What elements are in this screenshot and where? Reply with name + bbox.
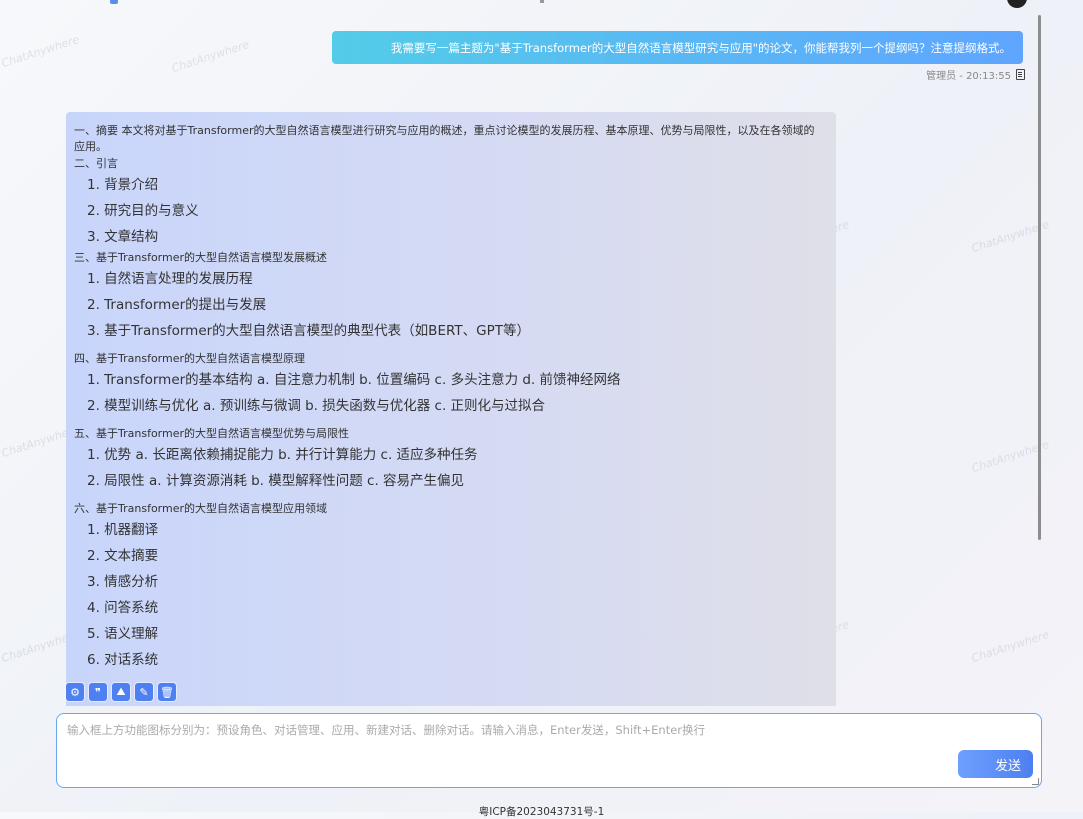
outline-item: 1. 优势 a. 长距离依赖捕捉能力 b. 并行计算能力 c. 适应多种任务 [87, 447, 478, 463]
outline-item: 1. 自然语言处理的发展历程 [87, 271, 253, 287]
user-message-meta: 管理员 - 20:13:55 [926, 67, 1025, 82]
message-input[interactable] [57, 714, 1041, 787]
outline-section-title: 五、基于Transformer的大型自然语言模型优势与局限性 [74, 427, 350, 440]
chat-bubbles-icon: ❞ [95, 685, 101, 699]
send-button[interactable]: 发送 [958, 750, 1033, 778]
scrollbar[interactable] [1037, 15, 1043, 707]
outline-item: 2. 文本摘要 [87, 548, 159, 564]
new-chat-icon: ✎ [139, 685, 149, 699]
outline-item: 2. 模型训练与优化 a. 预训练与微调 b. 损失函数与优化器 c. 正则化与… [87, 398, 546, 414]
outline-item: 6. 对话系统 [87, 652, 159, 668]
assistant-message-bubble: 一、摘要 本文将对基于Transformer的大型自然语言模型进行研究与应用的概… [66, 112, 836, 706]
header-fragment [540, 0, 544, 3]
outline-section-title: 三、基于Transformer的大型自然语言模型发展概述 [74, 251, 328, 264]
resize-handle[interactable] [1032, 778, 1039, 785]
watermark: ChatAnywhere [169, 37, 251, 76]
outline-item: 3. 情感分析 [87, 574, 159, 590]
outline-item: 3. 基于Transformer的大型自然语言模型的典型代表（如BERT、GPT… [87, 323, 530, 339]
outline-item: 1. Transformer的基本结构 a. 自注意力机制 b. 位置编码 c.… [87, 372, 621, 388]
outline-section-title: 二、引言 [74, 157, 118, 170]
conversation-manage-button[interactable]: ❞ [89, 683, 107, 701]
gear-icon: ⚙ [70, 685, 80, 699]
outline-section-title: 六、基于Transformer的大型自然语言模型应用领域 [74, 502, 328, 515]
new-chat-button[interactable]: ✎ [135, 683, 153, 701]
input-toolbar: ⚙ ❞ ⛰ ✎ 🗑 [66, 683, 176, 701]
scrollbar-thumb[interactable] [1038, 15, 1041, 540]
top-edge [0, 0, 1083, 8]
avatar[interactable] [1007, 0, 1027, 8]
copy-icon[interactable] [1016, 69, 1025, 80]
outline-item: 1. 背景介绍 [87, 177, 159, 193]
outline-item: 3. 文章结构 [87, 229, 159, 245]
apps-icon: ⛰ [116, 685, 126, 698]
watermark: ChatAnywhere [0, 32, 81, 71]
preset-role-button[interactable]: ⚙ [66, 683, 84, 701]
message-input-box: 发送 [56, 713, 1042, 788]
outline-item: 1. 机器翻译 [87, 522, 159, 538]
outline-item: 2. 局限性 a. 计算资源消耗 b. 模型解释性问题 c. 容易产生偏见 [87, 473, 465, 489]
logo-fragment [110, 0, 118, 4]
user-message-bubble: 我需要写一篇主题为"基于Transformer的大型自然语言模型研究与应用"的论… [332, 31, 1023, 64]
summary-text: 一、摘要 本文将对基于Transformer的大型自然语言模型进行研究与应用的概… [74, 124, 815, 153]
outline-item: 2. 研究目的与意义 [87, 203, 199, 219]
delete-chat-button[interactable]: 🗑 [158, 683, 176, 701]
outline-item: 2. Transformer的提出与发展 [87, 297, 267, 313]
outline-item: 5. 语义理解 [87, 626, 159, 642]
user-message-text: 我需要写一篇主题为"基于Transformer的大型自然语言模型研究与应用"的论… [390, 40, 1011, 55]
trash-icon: 🗑 [160, 685, 174, 699]
apps-button[interactable]: ⛰ [112, 683, 130, 701]
message-timestamp: 管理员 - 20:13:55 [926, 71, 1011, 82]
outline-section-title: 四、基于Transformer的大型自然语言模型原理 [74, 352, 306, 365]
outline-item: 4. 问答系统 [87, 600, 159, 616]
